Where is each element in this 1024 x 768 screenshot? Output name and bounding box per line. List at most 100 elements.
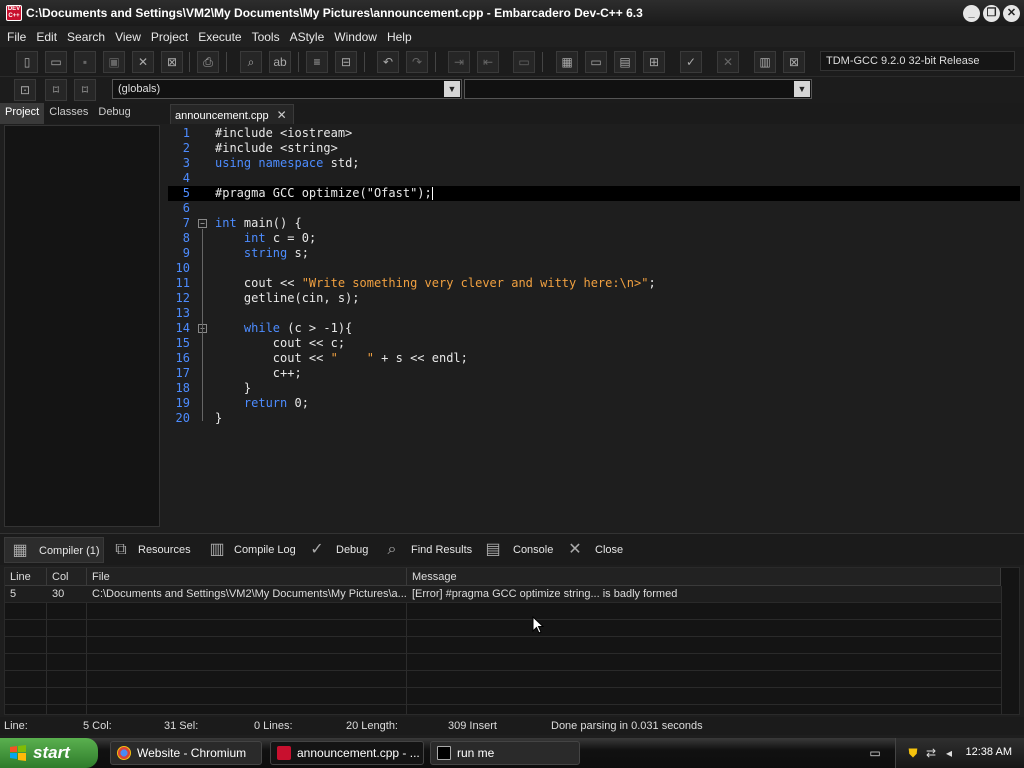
run-icon[interactable]: ▭ <box>585 51 607 73</box>
fold-toggle-icon[interactable]: − <box>198 219 207 228</box>
replace-icon[interactable]: ab <box>269 51 291 73</box>
tab-compiler[interactable]: ▦ Compiler (1) <box>4 537 104 563</box>
code-line[interactable]: 13 <box>168 306 1020 321</box>
column-header-message[interactable]: Message <box>407 568 1001 586</box>
keyboard-icon[interactable]: ▭ <box>868 746 882 760</box>
insert-code-icon[interactable]: ⊡ <box>14 79 36 101</box>
delete-profile-icon[interactable]: ⊠ <box>783 51 805 73</box>
task-devcpp[interactable]: announcement.cpp - ... <box>270 741 424 765</box>
network-icon[interactable]: ⇄ <box>924 746 938 760</box>
tab-classes[interactable]: Classes <box>44 103 93 124</box>
code-line[interactable]: 17 c++; <box>168 366 1020 381</box>
tab-close[interactable]: ✕ Close <box>560 537 630 563</box>
task-chromium[interactable]: Website - Chromium <box>110 741 262 765</box>
menu-file[interactable]: File <box>2 30 31 44</box>
members-select[interactable]: ▼ <box>464 79 812 99</box>
tab-find-results[interactable]: ⌕ Find Results <box>377 537 477 563</box>
indent-icon[interactable]: ⇥ <box>448 51 470 73</box>
close-tab-icon[interactable]: ✕ <box>277 108 287 122</box>
column-header-col[interactable]: Col <box>47 568 87 586</box>
clock[interactable]: 12:38 AM <box>966 746 1012 758</box>
volume-icon[interactable]: ◂ <box>942 746 956 760</box>
tab-compile-log[interactable]: ▥ Compile Log <box>202 537 302 563</box>
compile-icon[interactable]: ▦ <box>556 51 578 73</box>
task-run-me[interactable]: run me <box>430 741 580 765</box>
maximize-button[interactable]: ❐ <box>983 5 1000 22</box>
code-line[interactable]: 11 cout << "Write something very clever … <box>168 276 1020 291</box>
code-editor[interactable]: 1 #include <iostream> 2 #include <string> 3 u… <box>168 126 1020 530</box>
find-icon[interactable]: ⌕ <box>240 51 262 73</box>
minimize-button[interactable]: _ <box>963 5 980 22</box>
bookmark-icon[interactable]: ⌑ <box>45 79 67 101</box>
tab-console[interactable]: ▤ Console <box>478 537 558 563</box>
code-line[interactable]: 5 #pragma GCC optimize("Ofast"); <box>168 186 1020 201</box>
menu-view[interactable]: View <box>110 30 146 44</box>
compile-run-icon[interactable]: ▤ <box>614 51 636 73</box>
close-file-icon[interactable]: ✕ <box>132 51 154 73</box>
toggle-bookmark-icon[interactable]: ⊟ <box>335 51 357 73</box>
code-line[interactable]: 2 #include <string> <box>168 141 1020 156</box>
code-line[interactable]: 6 <box>168 201 1020 216</box>
column-header-line[interactable]: Line <box>5 568 47 586</box>
bottom-panel-tabs: ▦ Compiler (1) ⧉ Resources ▥ Compile Log… <box>0 533 1024 565</box>
new-file-icon[interactable]: ▯ <box>16 51 38 73</box>
compiler-select[interactable]: TDM-GCC 9.2.0 32-bit Release <box>820 51 1015 71</box>
redo-icon[interactable]: ↷ <box>406 51 428 73</box>
chevron-down-icon[interactable]: ▼ <box>794 81 810 97</box>
menu-edit[interactable]: Edit <box>31 30 62 44</box>
chevron-down-icon[interactable]: ▼ <box>444 81 460 97</box>
line-number: 20 <box>175 411 190 425</box>
code-line[interactable]: 9 string s; <box>168 246 1020 261</box>
project-browser[interactable] <box>4 125 160 527</box>
compiler-messages-table[interactable]: Line Col File Message 5 30 C:\Documents … <box>4 567 1020 715</box>
close-window-button[interactable]: ✕ <box>1003 5 1020 22</box>
code-line[interactable]: 3 using namespace std; <box>168 156 1020 171</box>
code-line[interactable]: 1 #include <iostream> <box>168 126 1020 141</box>
code-text: c++; <box>215 366 302 380</box>
tab-resources[interactable]: ⧉ Resources <box>106 537 202 563</box>
menu-search[interactable]: Search <box>62 30 110 44</box>
save-all-icon[interactable]: ▣ <box>103 51 125 73</box>
scope-select[interactable]: (globals) ▼ <box>112 79 462 99</box>
code-line[interactable]: 19 return 0; <box>168 396 1020 411</box>
code-line[interactable]: 18 } <box>168 381 1020 396</box>
undo-icon[interactable]: ↶ <box>377 51 399 73</box>
menu-window[interactable]: Window <box>329 30 382 44</box>
profile-icon[interactable]: ▥ <box>754 51 776 73</box>
stop-execution-icon[interactable]: ✕ <box>717 51 739 73</box>
security-shield-icon[interactable]: ⛊ <box>906 746 920 760</box>
code-line[interactable]: 8 int c = 0; <box>168 231 1020 246</box>
start-button[interactable]: start <box>0 738 98 768</box>
menu-execute[interactable]: Execute <box>193 30 246 44</box>
close-all-icon[interactable]: ⊠ <box>161 51 183 73</box>
open-folder-icon[interactable]: ▭ <box>45 51 67 73</box>
save-icon[interactable]: ▪ <box>74 51 96 73</box>
print-icon[interactable]: ⎙ <box>197 51 219 73</box>
code-line[interactable]: 16 cout << " " + s << endl; <box>168 351 1020 366</box>
code-line[interactable]: 15 cout << c; <box>168 336 1020 351</box>
status-sel-value: 0 Lines: <box>254 720 293 732</box>
code-line[interactable]: 12 getline(cin, s); <box>168 291 1020 306</box>
editor-tab-announcement[interactable]: announcement.cpp ✕ <box>170 104 294 124</box>
rebuild-all-icon[interactable]: ⊞ <box>643 51 665 73</box>
menu-tools[interactable]: Tools <box>247 30 285 44</box>
unindent-icon[interactable]: ⇤ <box>477 51 499 73</box>
table-row[interactable]: 5 30 C:\Documents and Settings\VM2\My Do… <box>5 586 1001 603</box>
code-line[interactable]: 4 <box>168 171 1020 186</box>
comment-icon[interactable]: ▭ <box>513 51 535 73</box>
tab-debug-output[interactable]: ✓ Debug <box>302 537 376 563</box>
column-header-file[interactable]: File <box>87 568 407 586</box>
menu-help[interactable]: Help <box>382 30 417 44</box>
tab-close-label: Close <box>595 544 624 556</box>
goto-bookmark-icon[interactable]: ⌑ <box>74 79 96 101</box>
goto-line-icon[interactable]: ≡ <box>306 51 328 73</box>
syntax-check-icon[interactable]: ✓ <box>680 51 702 73</box>
menu-astyle[interactable]: AStyle <box>285 30 330 44</box>
menu-project[interactable]: Project <box>146 30 193 44</box>
tab-debug[interactable]: Debug <box>93 103 135 124</box>
tab-project[interactable]: Project <box>0 103 45 124</box>
code-line[interactable]: 7 int main() { <box>168 216 1020 231</box>
code-line[interactable]: 10 <box>168 261 1020 276</box>
code-line[interactable]: 14 while (c > -1){ <box>168 321 1020 336</box>
code-line[interactable]: 20} <box>168 411 1020 426</box>
